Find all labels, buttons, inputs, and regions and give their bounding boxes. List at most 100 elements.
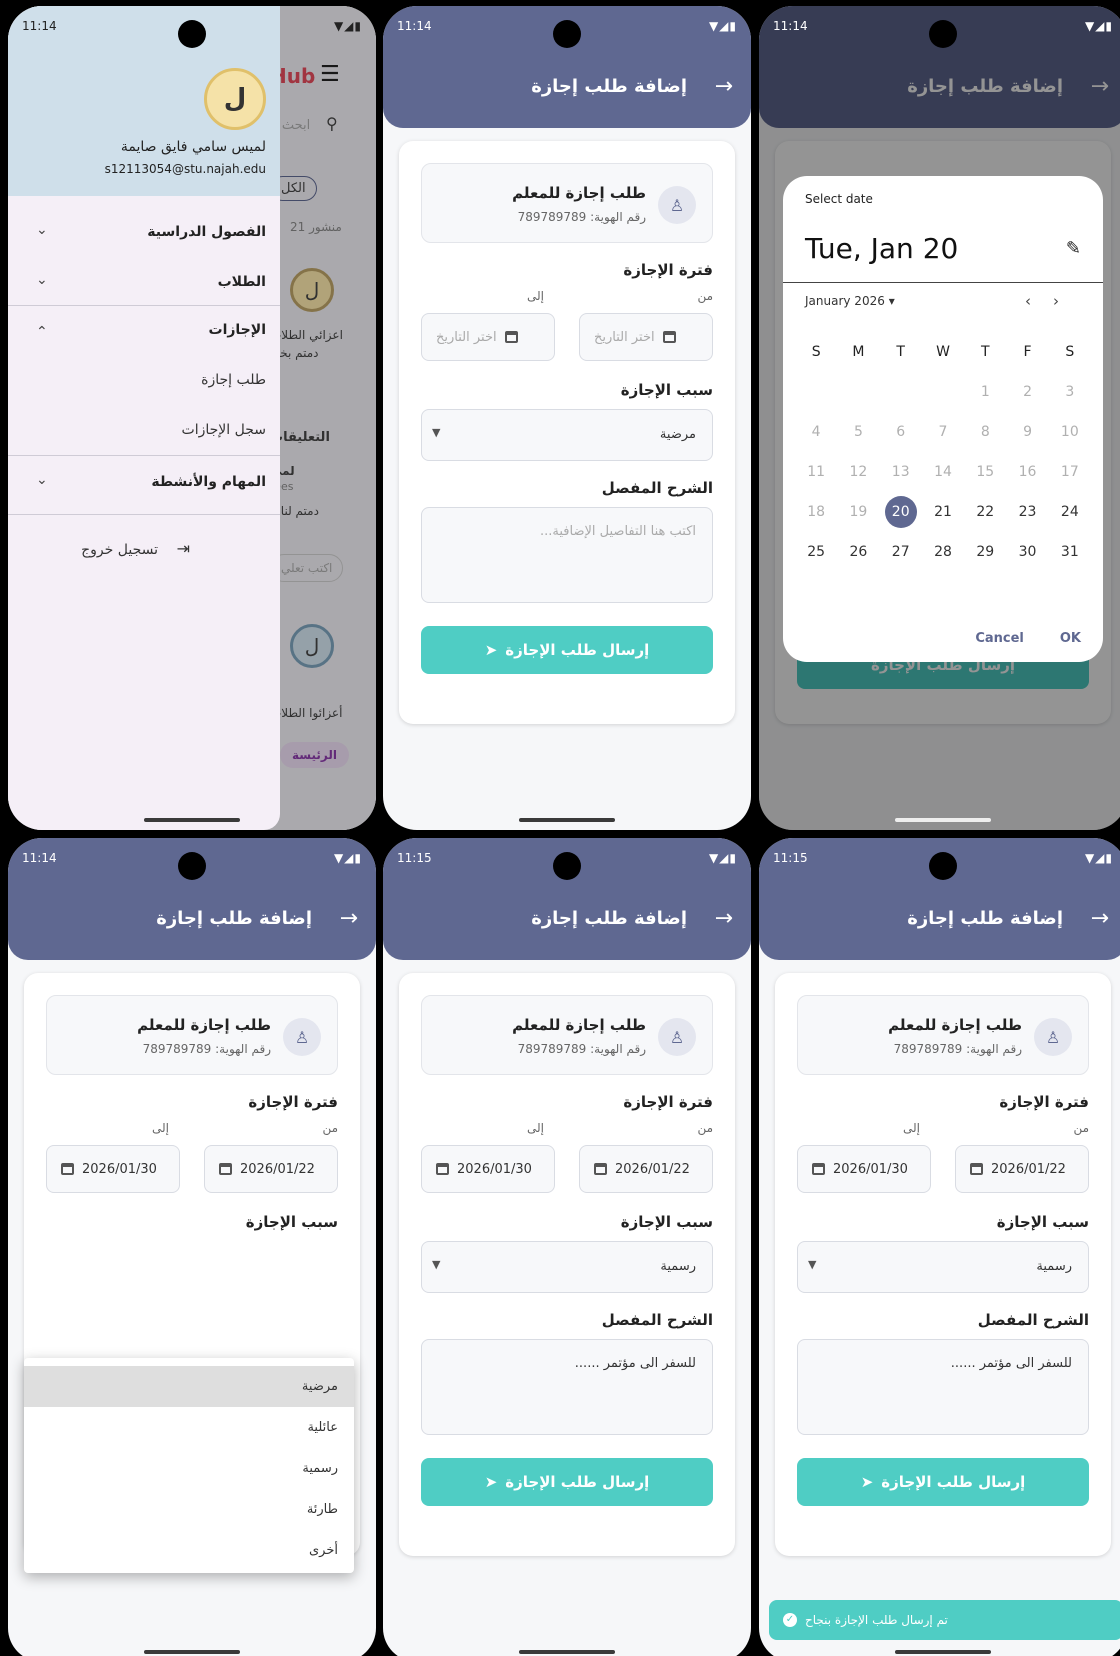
calendar-day[interactable]: 29 (964, 532, 1006, 572)
person-icon: ♙ (283, 1018, 321, 1056)
calendar-day[interactable]: 21 (922, 492, 964, 532)
back-arrow-icon[interactable]: → (715, 906, 733, 931)
date-placeholder: اختر التاريخ (594, 329, 655, 345)
to-date-field[interactable]: 2026/01/30 (421, 1145, 555, 1193)
empty-cell (880, 372, 922, 412)
camera-cutout (929, 852, 957, 880)
check-circle-icon: ✓ (783, 1613, 797, 1627)
calendar-day[interactable]: 26 (837, 532, 879, 572)
from-date-field[interactable]: اختر التاريخ (579, 313, 713, 361)
from-date-value: 2026/01/22 (240, 1161, 315, 1177)
details-textarea[interactable]: للسفر الى مؤتمر ...... (421, 1339, 713, 1435)
back-arrow-icon[interactable]: → (1091, 906, 1109, 931)
divider (8, 514, 280, 515)
calendar-day[interactable]: 24 (1049, 492, 1091, 532)
drawer-item-label: طلب إجازة (201, 372, 266, 388)
drawer-item-leave-log[interactable]: سجل الإجازات (8, 406, 280, 456)
drawer-item-tasks[interactable]: المهام والأنشطة ⌄ (8, 458, 280, 508)
back-arrow-icon[interactable]: → (340, 906, 358, 931)
calendar-day[interactable]: 27 (880, 532, 922, 572)
reason-option[interactable]: مرضية (24, 1366, 354, 1407)
calendar-day[interactable]: 22 (964, 492, 1006, 532)
submit-label: إرسال طلب الإجازة (505, 641, 650, 659)
month-nav: ‹› (1025, 292, 1081, 310)
to-date-field[interactable]: اختر التاريخ (421, 313, 555, 361)
drawer-item-classes[interactable]: الفصول الدراسية ⌄ (8, 208, 280, 258)
send-icon: ➤ (860, 1473, 874, 1491)
drawer-item-students[interactable]: الطلاب ⌄ (8, 258, 280, 308)
calendar-icon (812, 1163, 825, 1175)
month-selector[interactable]: January 2026 ▾ (805, 294, 895, 308)
calendar-day: 11 (807, 464, 826, 480)
phone-success: إضافة طلب إجازة → ♙ طلب إجازة للمعلم رقم… (759, 838, 1120, 1656)
cancel-button[interactable]: Cancel (975, 631, 1024, 646)
weekday-label: S (811, 344, 821, 360)
to-date-value: 2026/01/30 (833, 1161, 908, 1177)
from-date-value: 2026/01/22 (991, 1161, 1066, 1177)
details-textarea[interactable]: اكتب هنا التفاصيل الإضافية... (421, 507, 713, 603)
reason-select[interactable]: رسمية ▼ (421, 1241, 713, 1293)
submit-button[interactable]: إرسال طلب الإجازة ➤ (797, 1458, 1089, 1506)
drawer-item-leaves[interactable]: الإجازات ⌃ (8, 306, 280, 356)
from-date-field[interactable]: 2026/01/22 (579, 1145, 713, 1193)
reason-value: مرضية (659, 427, 696, 442)
status-icons: ▼◢▮ (1084, 851, 1113, 865)
calendar-day: 19 (849, 504, 868, 520)
ok-button[interactable]: OK (1060, 631, 1081, 646)
calendar-day[interactable]: 31 (1049, 532, 1091, 572)
person-icon: ♙ (658, 186, 696, 224)
page-title: إضافة طلب إجازة (531, 76, 687, 97)
days-grid: 1 2 3 4 5 6 7 8 9 10 11 12 13 14 15 16 17 18 19 20 21 22 23 24 2… (795, 372, 1091, 572)
from-date-field[interactable]: 2026/01/22 (204, 1145, 338, 1193)
details-textarea[interactable]: للسفر الى مؤتمر ...... (797, 1339, 1089, 1435)
submit-button[interactable]: إرسال طلب الإجازة ➤ (421, 1458, 713, 1506)
from-date-field[interactable]: 2026/01/22 (955, 1145, 1089, 1193)
to-date-value: 2026/01/30 (457, 1161, 532, 1177)
calendar-day: 13 (891, 464, 910, 480)
calendar-day[interactable]: 23 (1006, 492, 1048, 532)
reason-option[interactable]: عائلية (24, 1407, 354, 1448)
drawer-item-label: سجل الإجازات (181, 422, 266, 438)
next-month-icon[interactable]: › (1053, 292, 1081, 310)
calendar-day[interactable]: 30 (1006, 532, 1048, 572)
calendar-day: 3 (1065, 384, 1075, 400)
edit-pencil-icon[interactable]: ✎ (1066, 238, 1081, 259)
calendar-day: 7 (938, 424, 948, 440)
calendar-icon (970, 1163, 983, 1175)
to-date-field[interactable]: 2026/01/30 (46, 1145, 180, 1193)
user-email: s12113054@stu.najah.edu (104, 162, 266, 176)
prev-month-icon[interactable]: ‹ (1025, 292, 1053, 310)
to-date-value: 2026/01/30 (82, 1161, 157, 1177)
calendar-icon (219, 1163, 232, 1175)
page-title: إضافة طلب إجازة (907, 908, 1063, 929)
phone-empty-form: إضافة طلب إجازة → ♙ طلب إجازة للمعلم رقم… (383, 6, 751, 830)
calendar-day[interactable]: 28 (922, 532, 964, 572)
back-arrow-icon[interactable]: → (715, 74, 733, 99)
drawer-item-label: الطلاب (217, 274, 266, 290)
submit-button[interactable]: إرسال طلب الإجازة ➤ (421, 626, 713, 674)
drawer-item-logout[interactable]: تسجيل خروج ⇥ (8, 526, 280, 576)
calendar-day[interactable]: 25 (795, 532, 837, 572)
camera-cutout (929, 20, 957, 48)
calendar-day[interactable]: 20 (880, 492, 922, 532)
home-indicator (519, 1650, 615, 1654)
reason-option[interactable]: رسمية (24, 1448, 354, 1489)
submit-label: إرسال طلب الإجازة (505, 1473, 650, 1491)
request-header: ♙ طلب إجازة للمعلم رقم الهوية: 789789789 (421, 995, 713, 1075)
drawer-item-leave-request[interactable]: طلب إجازة (8, 356, 280, 406)
to-date-field[interactable]: 2026/01/30 (797, 1145, 931, 1193)
weekday-header: SMTWTFS (795, 332, 1091, 372)
phone-reason-dropdown: إضافة طلب إجازة → ♙ طلب إجازة للمعلم رقم… (8, 838, 376, 1656)
reason-option[interactable]: أخرى (24, 1530, 354, 1571)
calendar-day: 4 (811, 424, 821, 440)
reason-select[interactable]: رسمية ▼ (797, 1241, 1089, 1293)
request-title: طلب إجازة للمعلم (888, 1016, 1022, 1034)
drawer-item-label: المهام والأنشطة (151, 474, 266, 490)
to-label: إلى (903, 1121, 920, 1135)
reason-option[interactable]: طارئة (24, 1489, 354, 1530)
reason-select[interactable]: مرضية ▼ (421, 409, 713, 461)
calendar-icon (436, 1163, 449, 1175)
from-label: من (697, 289, 713, 303)
calendar-day: 15 (976, 464, 995, 480)
home-indicator (895, 1650, 991, 1654)
